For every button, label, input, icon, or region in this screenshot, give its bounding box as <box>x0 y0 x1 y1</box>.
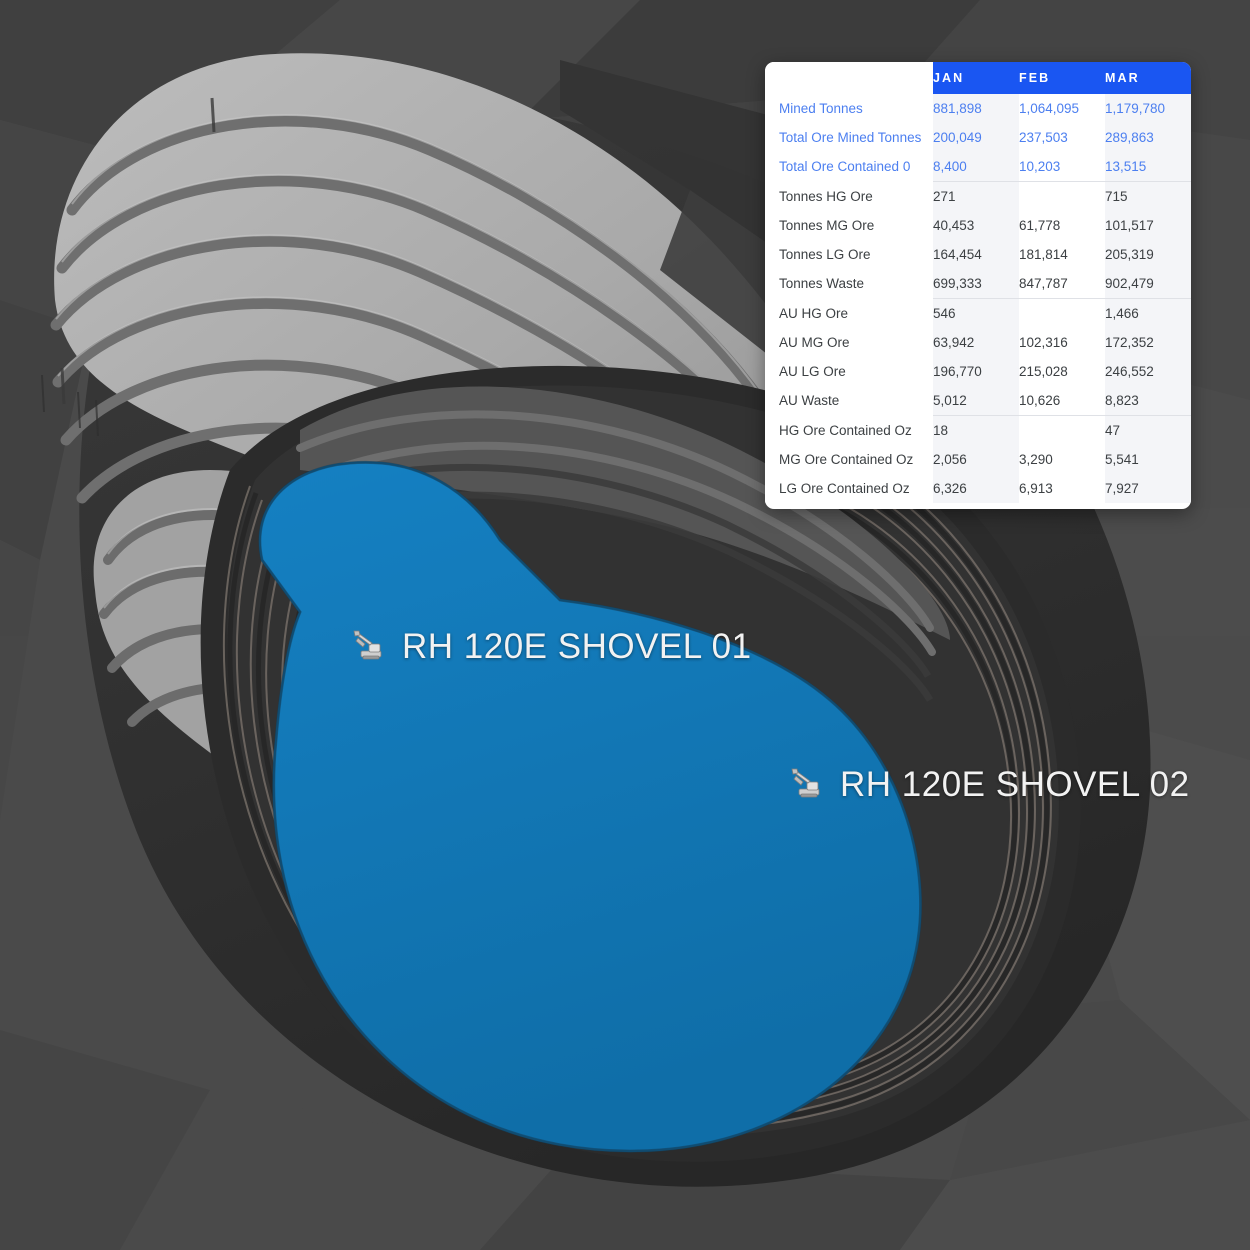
cell-mar: 13,515 <box>1105 152 1191 182</box>
cell-feb: 10,626 <box>1019 386 1105 416</box>
table-row[interactable]: Total Ore Contained 0 8,400 10,203 13,515 <box>765 152 1191 182</box>
cell-feb: 10,203 <box>1019 152 1105 182</box>
cell-feb: 237,503 <box>1019 123 1105 152</box>
table-row[interactable]: AU LG Ore 196,770 215,028 246,552 <box>765 357 1191 386</box>
row-label: Tonnes LG Ore <box>765 240 933 269</box>
shovel-label-01-text: RH 120E SHOVEL 01 <box>402 627 752 666</box>
cell-mar: 47 <box>1105 416 1191 445</box>
row-label: Mined Tonnes <box>765 94 933 123</box>
cell-feb: 6,913 <box>1019 474 1105 503</box>
row-label: AU HG Ore <box>765 299 933 328</box>
cell-feb <box>1019 182 1105 211</box>
table-body: Mined Tonnes 881,898 1,064,095 1,179,780 Tot… <box>765 94 1191 503</box>
row-label: Tonnes MG Ore <box>765 211 933 240</box>
table-header: JAN FEB MAR <box>765 62 1191 94</box>
table-row[interactable]: Mined Tonnes 881,898 1,064,095 1,179,780 <box>765 94 1191 123</box>
cell-jan: 546 <box>933 299 1019 328</box>
header-empty-cell <box>765 62 933 94</box>
cell-mar: 902,479 <box>1105 269 1191 299</box>
cell-mar: 5,541 <box>1105 445 1191 474</box>
row-label: Total Ore Mined Tonnes <box>765 123 933 152</box>
cell-mar: 715 <box>1105 182 1191 211</box>
row-label: AU MG Ore <box>765 328 933 357</box>
cell-mar: 205,319 <box>1105 240 1191 269</box>
column-header-mar[interactable]: MAR <box>1105 62 1191 94</box>
cell-jan: 6,326 <box>933 474 1019 503</box>
cell-jan: 40,453 <box>933 211 1019 240</box>
cell-feb: 61,778 <box>1019 211 1105 240</box>
cell-mar: 1,466 <box>1105 299 1191 328</box>
cell-feb: 847,787 <box>1019 269 1105 299</box>
table-row[interactable]: LG Ore Contained Oz 6,326 6,913 7,927 <box>765 474 1191 503</box>
row-label: HG Ore Contained Oz <box>765 416 933 445</box>
cell-mar: 246,552 <box>1105 357 1191 386</box>
table-row[interactable]: Tonnes HG Ore 271 715 <box>765 182 1191 211</box>
cell-feb: 1,064,095 <box>1019 94 1105 123</box>
cell-jan: 196,770 <box>933 357 1019 386</box>
table-row[interactable]: Tonnes Waste 699,333 847,787 902,479 <box>765 269 1191 299</box>
excavator-icon <box>353 630 382 660</box>
shovel-label-01[interactable]: RH 120E SHOVEL 01 <box>352 627 752 667</box>
cell-jan: 699,333 <box>933 269 1019 299</box>
production-summary-panel[interactable]: JAN FEB MAR Mined Tonnes 881,898 1,064,095… <box>765 62 1191 509</box>
cell-mar: 289,863 <box>1105 123 1191 152</box>
table-row[interactable]: Tonnes LG Ore 164,454 181,814 205,319 <box>765 240 1191 269</box>
table-row[interactable]: HG Ore Contained Oz 18 47 <box>765 416 1191 445</box>
column-header-feb[interactable]: FEB <box>1019 62 1105 94</box>
row-label: Tonnes HG Ore <box>765 182 933 211</box>
cell-mar: 172,352 <box>1105 328 1191 357</box>
cell-jan: 881,898 <box>933 94 1019 123</box>
table-row[interactable]: AU HG Ore 546 1,466 <box>765 299 1191 328</box>
cell-jan: 63,942 <box>933 328 1019 357</box>
table-row[interactable]: AU MG Ore 63,942 102,316 172,352 <box>765 328 1191 357</box>
cell-jan: 18 <box>933 416 1019 445</box>
cell-jan: 8,400 <box>933 152 1019 182</box>
cell-jan: 5,012 <box>933 386 1019 416</box>
excavator-icon <box>791 768 820 798</box>
table-row[interactable]: AU Waste 5,012 10,626 8,823 <box>765 386 1191 416</box>
row-label: MG Ore Contained Oz <box>765 445 933 474</box>
cell-mar: 8,823 <box>1105 386 1191 416</box>
table-row[interactable]: MG Ore Contained Oz 2,056 3,290 5,541 <box>765 445 1191 474</box>
cell-feb: 181,814 <box>1019 240 1105 269</box>
table-row[interactable]: Tonnes MG Ore 40,453 61,778 101,517 <box>765 211 1191 240</box>
table-row[interactable]: Total Ore Mined Tonnes 200,049 237,503 289,… <box>765 123 1191 152</box>
row-label: LG Ore Contained Oz <box>765 474 933 503</box>
cell-feb: 3,290 <box>1019 445 1105 474</box>
mine-pit-viewer: RH 120E SHOVEL 01 RH 120E SHOVEL 02 JAN … <box>0 0 1250 1250</box>
shovel-label-02-text: RH 120E SHOVEL 02 <box>840 765 1190 804</box>
cell-jan: 200,049 <box>933 123 1019 152</box>
row-label: Tonnes Waste <box>765 269 933 299</box>
row-label: AU LG Ore <box>765 357 933 386</box>
column-header-jan[interactable]: JAN <box>933 62 1019 94</box>
row-label: AU Waste <box>765 386 933 416</box>
cell-mar: 7,927 <box>1105 474 1191 503</box>
cell-feb: 102,316 <box>1019 328 1105 357</box>
shovel-label-02[interactable]: RH 120E SHOVEL 02 <box>790 765 1190 805</box>
cell-feb <box>1019 416 1105 445</box>
cell-feb <box>1019 299 1105 328</box>
cell-jan: 164,454 <box>933 240 1019 269</box>
table-header-row: JAN FEB MAR <box>765 62 1191 94</box>
cell-jan: 271 <box>933 182 1019 211</box>
cell-jan: 2,056 <box>933 445 1019 474</box>
row-label: Total Ore Contained 0 <box>765 152 933 182</box>
production-summary-table: JAN FEB MAR Mined Tonnes 881,898 1,064,095… <box>765 62 1191 503</box>
cell-mar: 101,517 <box>1105 211 1191 240</box>
cell-mar: 1,179,780 <box>1105 94 1191 123</box>
cell-feb: 215,028 <box>1019 357 1105 386</box>
